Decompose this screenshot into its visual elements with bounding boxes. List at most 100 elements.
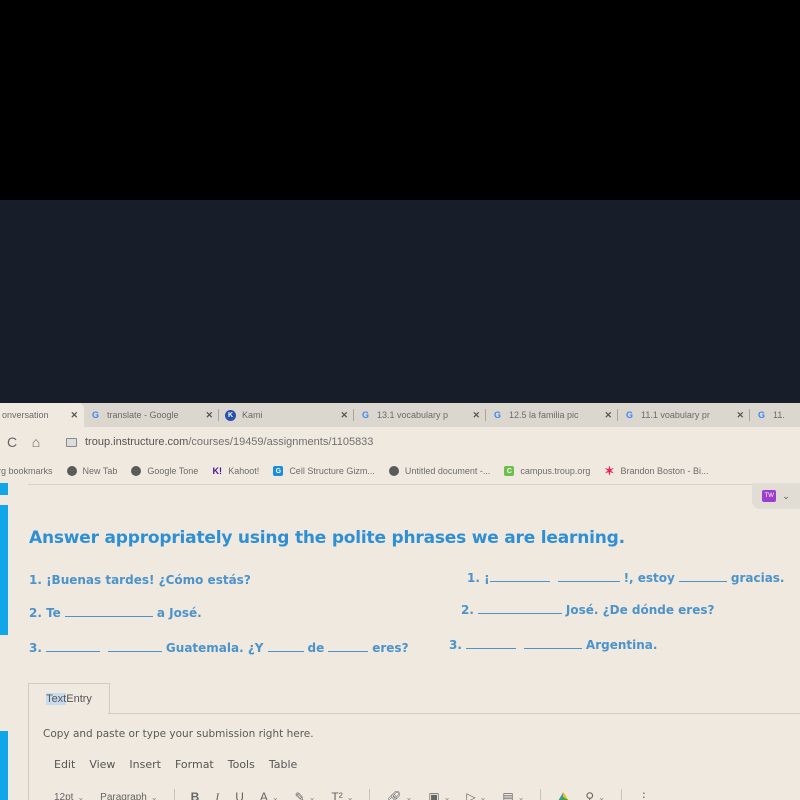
close-icon[interactable]: ✕ xyxy=(205,410,213,421)
globe-icon xyxy=(66,466,77,476)
answer-blank xyxy=(489,571,550,582)
tab-vocabulary-13-1[interactable]: G 13.1 vocabulary p ✕ xyxy=(354,403,486,427)
answer-blank xyxy=(328,641,369,652)
bookmark-org-bookmarks[interactable]: rg bookmarks xyxy=(0,466,53,476)
chevron-down-icon: ⌄ xyxy=(150,792,158,800)
menu-insert[interactable]: Insert xyxy=(129,758,161,771)
chevron-down-icon: ⌄ xyxy=(77,792,85,800)
bookmark-label: rg bookmarks xyxy=(0,466,53,476)
chevron-down-icon: ⌄ xyxy=(479,792,487,800)
tab-title: onversation xyxy=(2,410,49,420)
response-line-1: 1. ¡ !, estoy gracias. xyxy=(467,571,785,585)
tab-text-entry[interactable]: Text Entry xyxy=(28,683,110,714)
answer-blank xyxy=(45,641,100,652)
tab-strip: onversation ✕ G translate - Google ✕ K K… xyxy=(0,403,800,427)
bookmark-label: campus.troup.org xyxy=(520,466,591,476)
tab-title: 13.1 vocabulary p xyxy=(377,410,449,420)
photo-background-top xyxy=(0,0,800,200)
bold-button[interactable]: B xyxy=(191,790,200,800)
response-line-3: 3. Argentina. xyxy=(449,638,657,652)
tab-label: Entry xyxy=(66,693,92,705)
italic-button[interactable]: I xyxy=(215,790,219,800)
bookmark-label: Brandon Boston - Bi... xyxy=(620,466,709,476)
underline-button[interactable]: U xyxy=(235,790,244,800)
menu-view[interactable]: View xyxy=(89,758,115,771)
bookmark-brandon-boston[interactable]: ✶ Brandon Boston - Bi... xyxy=(604,464,709,478)
superscript-button[interactable]: T² ⌄ xyxy=(331,790,353,800)
apps-plugin-button[interactable]: ⚲ ⌄ xyxy=(585,790,605,800)
home-icon[interactable]: ⌂ xyxy=(28,434,44,450)
tab-label-selected: Text xyxy=(46,693,67,705)
google-drive-icon xyxy=(557,792,570,800)
answer-blank xyxy=(465,638,516,649)
tab-voabulary-11-1[interactable]: G 11.1 voabulary pr ✕ xyxy=(618,403,750,427)
close-icon[interactable]: ✕ xyxy=(340,410,348,421)
toolbar-separator xyxy=(173,789,175,800)
answer-blank xyxy=(107,641,162,652)
document-button[interactable]: ▤ ⌄ xyxy=(502,790,524,800)
campus-icon: C xyxy=(504,466,515,476)
chevron-down-icon: ⌄ xyxy=(598,792,605,800)
media-icon: ▷ xyxy=(466,790,476,800)
gizmos-icon: G xyxy=(273,466,284,476)
tab-translate[interactable]: G translate - Google ✕ xyxy=(84,403,219,427)
prompt-text: José. ¿De dónde eres? xyxy=(565,603,715,617)
block-format-value: Paragraph xyxy=(100,791,147,800)
menu-tools[interactable]: Tools xyxy=(228,758,255,771)
tab-la-familia[interactable]: G 12.5 la familia pic ✕ xyxy=(486,403,618,427)
bookmark-label: Kahoot! xyxy=(228,466,260,476)
highlight-button[interactable]: ✎ ⌄ xyxy=(295,790,316,800)
tab-partial[interactable]: G 11. xyxy=(750,403,800,427)
google-drive-button[interactable] xyxy=(557,792,570,800)
answer-blank xyxy=(557,571,620,582)
page-content: TW ⌄ Answer appropriately using the poli… xyxy=(0,483,800,800)
answer-blank xyxy=(678,571,727,582)
bookmark-new-tab[interactable]: New Tab xyxy=(66,466,117,476)
extension-icon: TW xyxy=(762,490,777,502)
menu-table[interactable]: Table xyxy=(269,758,297,771)
kami-icon: K xyxy=(225,409,236,421)
chevron-down-icon: ⌄ xyxy=(443,792,451,800)
prompt-text: de xyxy=(307,641,325,655)
close-icon[interactable]: ✕ xyxy=(604,410,612,421)
editor-toolbar: 12pt ⌄ Paragraph ⌄ B I U A ⌄ ✎ ⌄ T² ⌄ 🔗︎ ⌄ ▣ ⌄ … xyxy=(54,787,794,800)
font-size-select[interactable]: 12pt ⌄ xyxy=(54,792,84,800)
url-field[interactable]: troup.instructure.com/courses/19459/assi… xyxy=(66,436,373,448)
close-icon[interactable]: ✕ xyxy=(472,410,480,421)
bookmark-campus[interactable]: C campus.troup.org xyxy=(504,466,590,476)
close-icon[interactable]: ✕ xyxy=(70,410,78,421)
extension-button[interactable]: TW ⌄ xyxy=(752,483,800,509)
google-icon: G xyxy=(91,410,99,420)
chevron-down-icon: ⌄ xyxy=(782,490,790,501)
media-button[interactable]: ▷ ⌄ xyxy=(466,790,486,800)
tab-kami[interactable]: K Kami ✕ xyxy=(219,403,354,427)
more-button[interactable]: ⋮ xyxy=(638,790,650,800)
image-icon: ▣ xyxy=(428,790,440,800)
image-button[interactable]: ▣ ⌄ xyxy=(428,790,450,800)
submission-tabs: Text Entry xyxy=(28,683,800,715)
prompt-text: 1. ¡ xyxy=(467,571,490,585)
prompt-text: 1. ¡Buenas tardes! ¿Cómo estás? xyxy=(29,573,251,587)
bookmark-kahoot[interactable]: K! Kahoot! xyxy=(212,466,260,476)
text-color-button[interactable]: A ⌄ xyxy=(260,790,279,800)
globe-icon xyxy=(388,466,399,476)
link-button[interactable]: 🔗︎ ⌄ xyxy=(386,790,412,800)
menu-format[interactable]: Format xyxy=(175,758,214,771)
menu-edit[interactable]: Edit xyxy=(54,758,75,771)
reload-icon[interactable]: C xyxy=(4,434,20,450)
prompt-text: a José. xyxy=(156,606,202,620)
close-icon[interactable]: ✕ xyxy=(736,410,744,421)
bookmark-untitled-document[interactable]: Untitled document -... xyxy=(388,466,491,476)
sidebar-accent xyxy=(0,483,8,495)
bookmark-google-tone[interactable]: Google Tone xyxy=(131,466,198,476)
tab-title: 11. xyxy=(773,410,785,420)
bookmark-label: Google Tone xyxy=(147,466,199,476)
tab-conversation[interactable]: onversation ✕ xyxy=(0,403,84,427)
block-format-select[interactable]: Paragraph ⌄ xyxy=(100,792,157,800)
bookmark-label: Untitled document -... xyxy=(404,466,491,476)
sidebar-accent xyxy=(0,505,8,635)
bookmark-cell-structure[interactable]: G Cell Structure Gizm... xyxy=(273,466,375,476)
editor-menubar: Edit View Insert Format Tools Table xyxy=(54,758,297,771)
site-info-icon[interactable] xyxy=(66,437,77,447)
google-icon: G xyxy=(493,410,501,420)
